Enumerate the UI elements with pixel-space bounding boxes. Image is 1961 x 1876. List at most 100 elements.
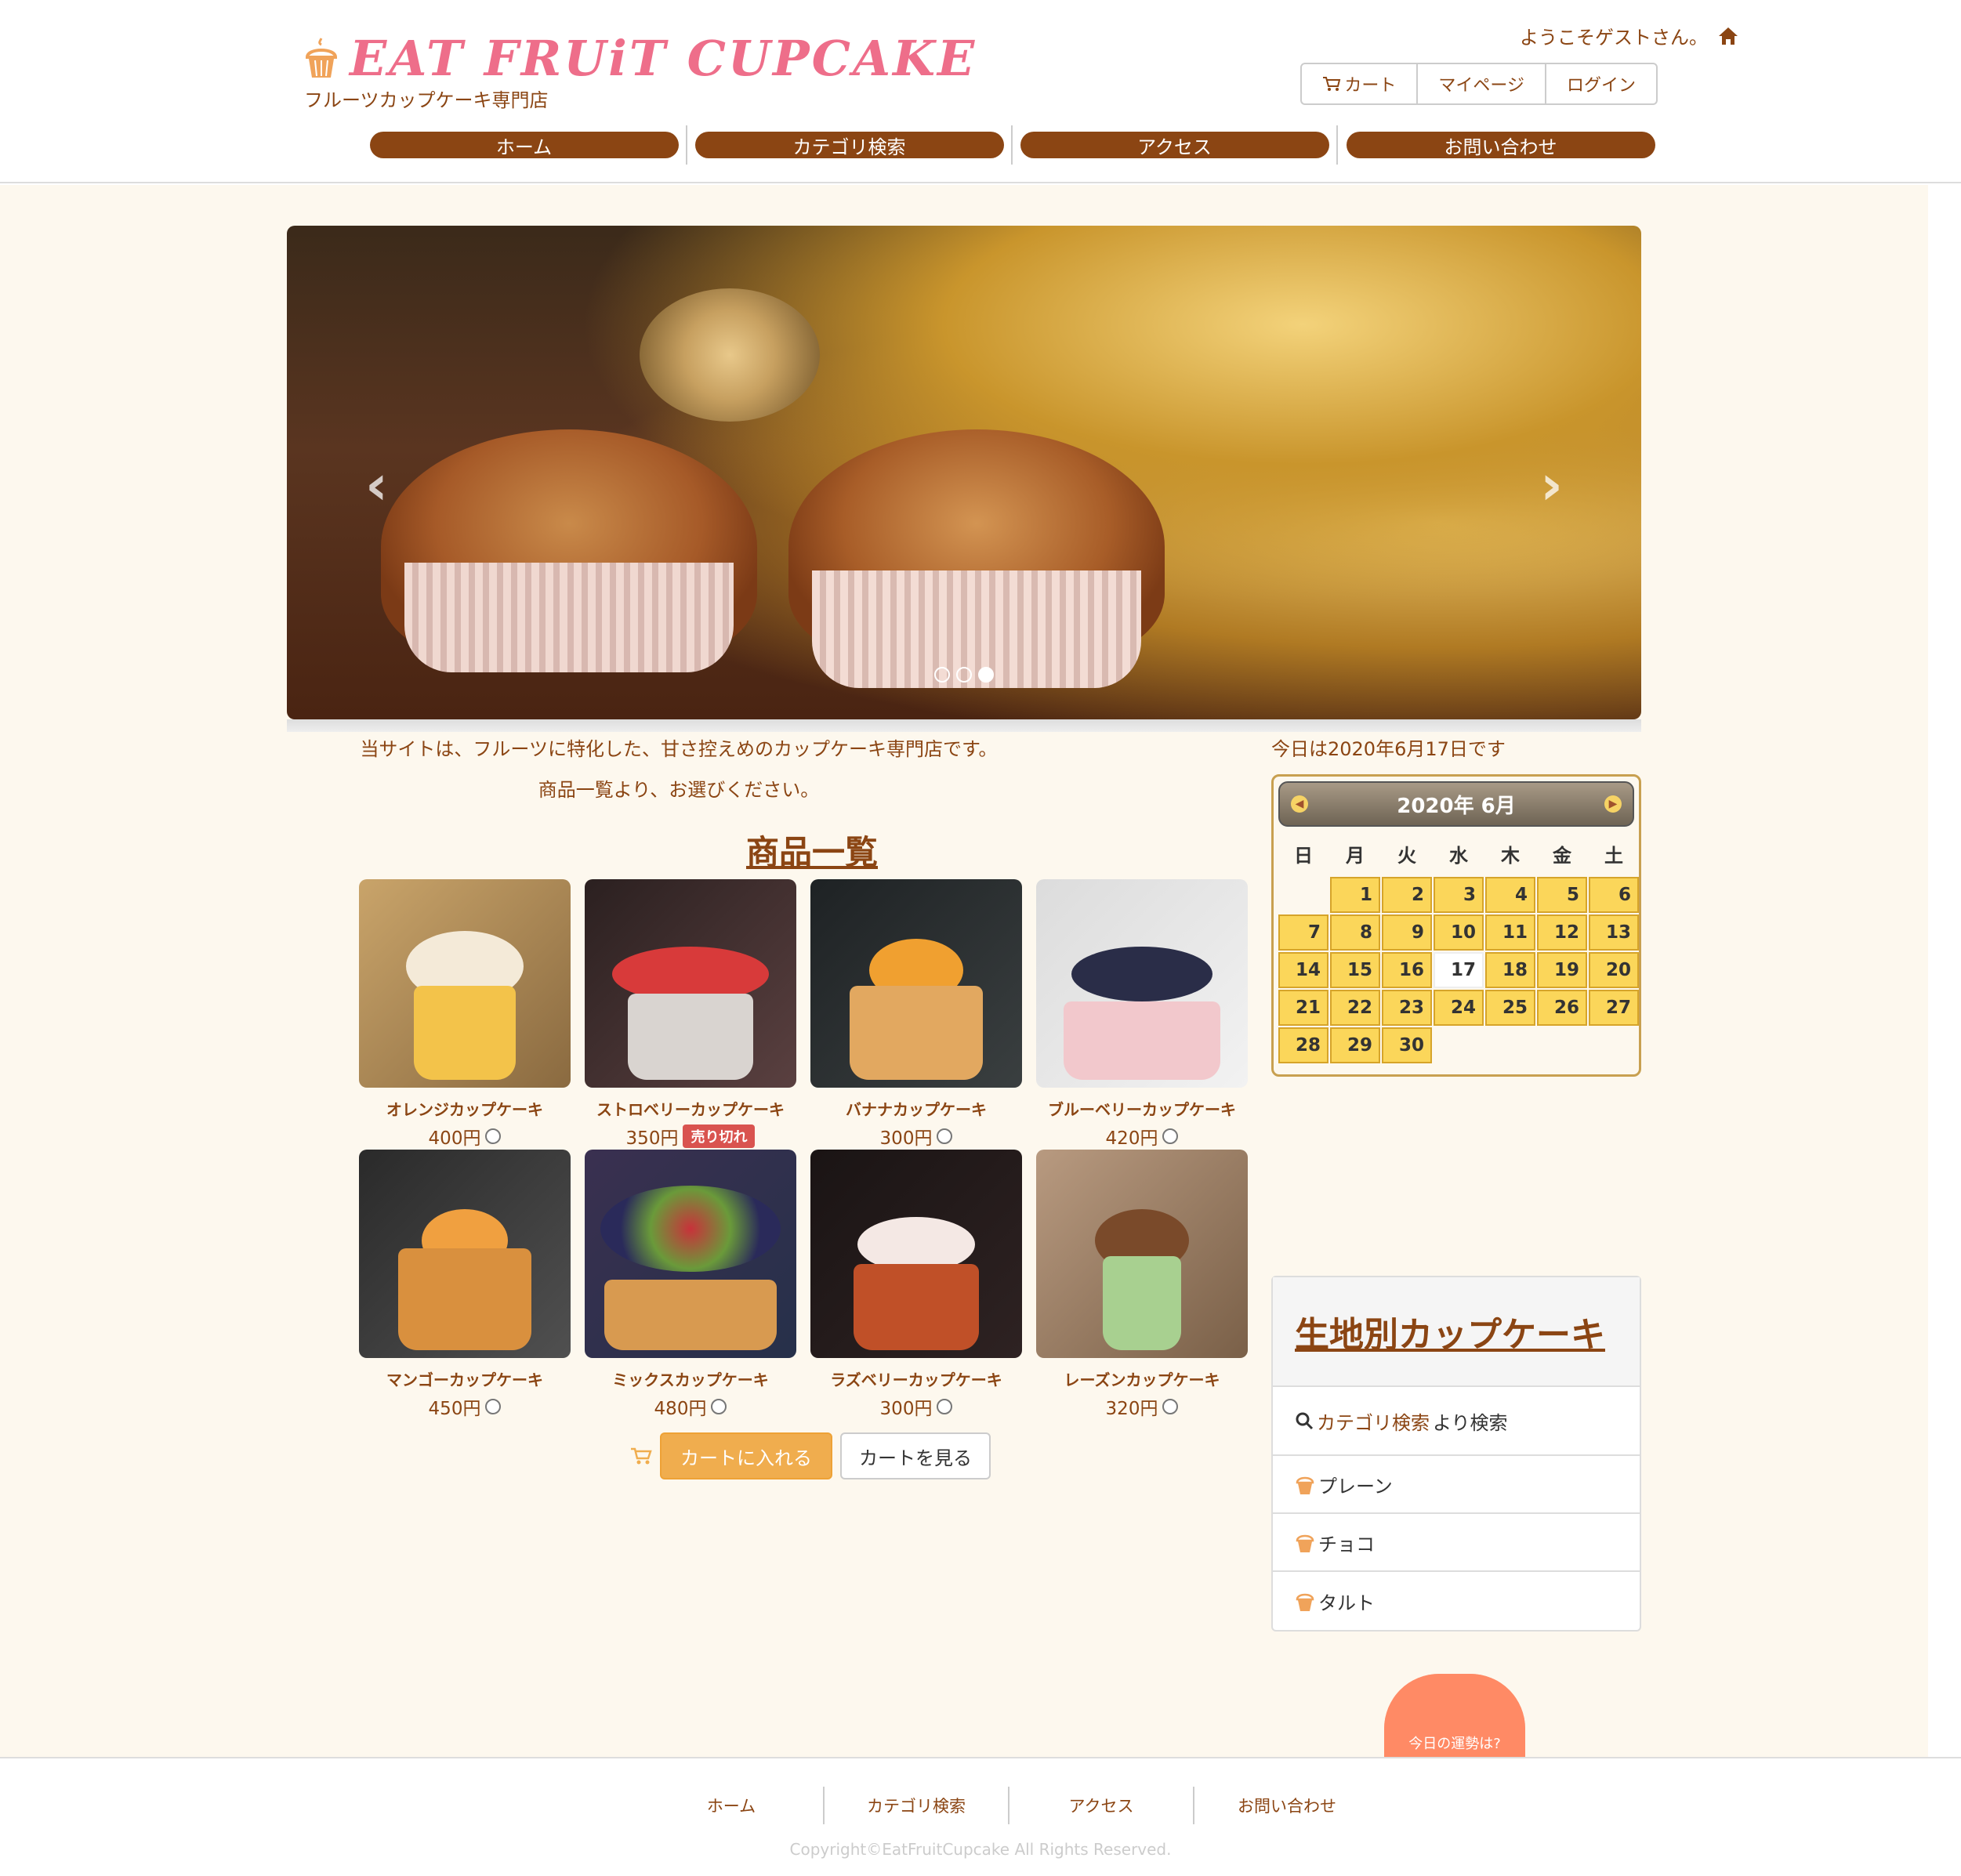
product-name: バナナカップケーキ — [846, 1100, 987, 1119]
footer-link-access[interactable]: アクセス — [1009, 1787, 1194, 1824]
mypage-button[interactable]: マイページ — [1418, 64, 1546, 103]
nav-access-button[interactable]: アクセス — [1020, 132, 1329, 158]
carousel-next-icon[interactable]: › — [1540, 453, 1563, 517]
product-select-radio[interactable] — [937, 1128, 953, 1144]
footer-link-home[interactable]: ホーム — [640, 1787, 825, 1824]
calendar-day[interactable]: 27 — [1589, 990, 1639, 1026]
product-name: マンゴーカップケーキ — [386, 1371, 543, 1389]
carousel-dot[interactable] — [956, 667, 972, 683]
add-to-cart-button[interactable]: カートに入れる — [660, 1432, 832, 1479]
calendar-day[interactable]: 18 — [1485, 952, 1535, 988]
product-image-cake — [398, 1248, 531, 1350]
calendar-day[interactable]: 28 — [1278, 1027, 1328, 1063]
product-select-radio[interactable] — [711, 1399, 727, 1414]
product-image[interactable] — [585, 1150, 796, 1358]
product-image[interactable] — [810, 879, 1022, 1088]
site-logo[interactable]: EAT FRUiT CUPCAKE — [304, 30, 977, 87]
product-select-radio[interactable] — [1162, 1128, 1179, 1144]
logo-text: EAT FRUiT CUPCAKE — [350, 30, 977, 87]
calendar-day[interactable]: 30 — [1382, 1027, 1432, 1063]
calendar-day[interactable]: 20 — [1589, 952, 1639, 988]
footer-link-category[interactable]: カテゴリ検索 — [825, 1787, 1009, 1824]
product-image[interactable] — [359, 1150, 571, 1358]
product-select-radio[interactable] — [1162, 1399, 1179, 1414]
product-select-radio[interactable] — [485, 1399, 502, 1414]
calendar-day[interactable]: 15 — [1330, 952, 1380, 988]
main-nav: ホーム カテゴリ検索 アクセス お問い合わせ — [362, 125, 1663, 165]
nav-contact-button[interactable]: お問い合わせ — [1346, 132, 1655, 158]
calendar-day[interactable]: 6 — [1589, 877, 1639, 913]
calendar-widget: ◀ 2020年 6月 ▶ 日月火水木金土 1 2 3 4 5 6 7 8 9 10 11 12 13 14 1… — [1271, 774, 1641, 1077]
footer-link-contact[interactable]: お問い合わせ — [1194, 1787, 1379, 1824]
calendar-day[interactable]: 7 — [1278, 914, 1328, 951]
calendar-day[interactable]: 22 — [1330, 990, 1380, 1026]
category-item-plain[interactable]: プレーン — [1273, 1456, 1640, 1514]
category-item-label: タルト — [1318, 1592, 1375, 1614]
carousel-dot-active[interactable] — [978, 667, 994, 683]
category-item-choco[interactable]: チョコ — [1273, 1514, 1640, 1572]
product-price-row: 320円 — [1106, 1393, 1179, 1420]
product-image[interactable] — [359, 879, 571, 1088]
product-card: マンゴーカップケーキ 450円 — [359, 1150, 571, 1420]
product-select-radio[interactable] — [485, 1128, 502, 1144]
view-cart-button[interactable]: カートを見る — [840, 1432, 991, 1479]
calendar-day[interactable]: 10 — [1434, 914, 1484, 951]
footer-nav: ホーム カテゴリ検索 アクセス お問い合わせ — [640, 1787, 1379, 1824]
today-date-text: 今日は2020年6月17日です — [1271, 738, 1506, 760]
calendar-day[interactable]: 19 — [1537, 952, 1587, 988]
product-name: ミックスカップケーキ — [612, 1371, 769, 1389]
category-search-link[interactable]: カテゴリ検索 — [1317, 1407, 1430, 1435]
calendar-day[interactable]: 29 — [1330, 1027, 1380, 1063]
home-icon[interactable] — [1717, 26, 1739, 46]
products-title: 商品一覧 — [745, 833, 878, 871]
calendar-next-icon[interactable]: ▶ — [1604, 795, 1622, 813]
nav-home-button[interactable]: ホーム — [369, 132, 679, 158]
intro-text: 商品一覧より、お選びください。 — [538, 779, 820, 801]
calendar-weekday: 水 — [1449, 844, 1468, 867]
login-button[interactable]: ログイン — [1546, 64, 1656, 103]
carousel-prev-icon[interactable]: ‹ — [365, 453, 388, 517]
product-price: 450円 — [428, 1399, 481, 1419]
product-select-radio[interactable] — [937, 1399, 953, 1414]
calendar-day[interactable]: 8 — [1330, 914, 1380, 951]
intro-text: 当サイトは、フルーツに特化した、甘さ控えめのカップケーキ専門店です。 — [360, 738, 998, 760]
calendar-day[interactable]: 5 — [1537, 877, 1587, 913]
product-image[interactable] — [1036, 879, 1248, 1088]
cart-button[interactable]: カート — [1302, 64, 1419, 103]
product-price-row: 420円 — [1106, 1123, 1179, 1150]
product-price-row: 300円 — [880, 1123, 953, 1150]
calendar-day[interactable]: 3 — [1434, 877, 1484, 913]
product-image[interactable] — [585, 879, 796, 1088]
category-item-tart[interactable]: タルト — [1273, 1572, 1640, 1630]
product-card: バナナカップケーキ 300円 — [810, 879, 1022, 1150]
product-name: ブルーベリーカップケーキ — [1048, 1100, 1236, 1119]
calendar-day[interactable]: 1 — [1330, 877, 1380, 913]
product-image[interactable] — [1036, 1150, 1248, 1358]
calendar-day[interactable]: 24 — [1434, 990, 1484, 1026]
calendar-prev-icon[interactable]: ◀ — [1291, 795, 1308, 813]
calendar-day[interactable]: 13 — [1589, 914, 1639, 951]
calendar-day-today[interactable]: 17 — [1434, 952, 1484, 988]
calendar-day[interactable]: 9 — [1382, 914, 1432, 951]
product-image-cake — [1103, 1256, 1181, 1350]
calendar-day[interactable]: 16 — [1382, 952, 1432, 988]
welcome-message: ようこそゲストさん。 — [1520, 22, 1739, 49]
product-image-topping — [1071, 947, 1212, 1001]
carousel-dot[interactable] — [934, 667, 950, 683]
calendar-title: 2020年 6月 — [1397, 794, 1516, 818]
calendar-day[interactable]: 2 — [1382, 877, 1432, 913]
calendar-day[interactable]: 11 — [1485, 914, 1535, 951]
calendar-day[interactable]: 21 — [1278, 990, 1328, 1026]
calendar-day[interactable]: 26 — [1537, 990, 1587, 1026]
calendar-day[interactable]: 12 — [1537, 914, 1587, 951]
nav-category-button[interactable]: カテゴリ検索 — [694, 132, 1004, 158]
product-image[interactable] — [810, 1150, 1022, 1358]
category-search-suffix: より検索 — [1433, 1411, 1508, 1434]
calendar-day[interactable]: 25 — [1485, 990, 1535, 1026]
product-name: レーズンカップケーキ — [1064, 1371, 1220, 1389]
category-panel-title: 生地別カップケーキ — [1273, 1277, 1640, 1387]
calendar-day[interactable]: 23 — [1382, 990, 1432, 1026]
calendar-day[interactable]: 14 — [1278, 952, 1328, 988]
calendar-weekday: 木 — [1501, 844, 1520, 867]
calendar-day[interactable]: 4 — [1485, 877, 1535, 913]
